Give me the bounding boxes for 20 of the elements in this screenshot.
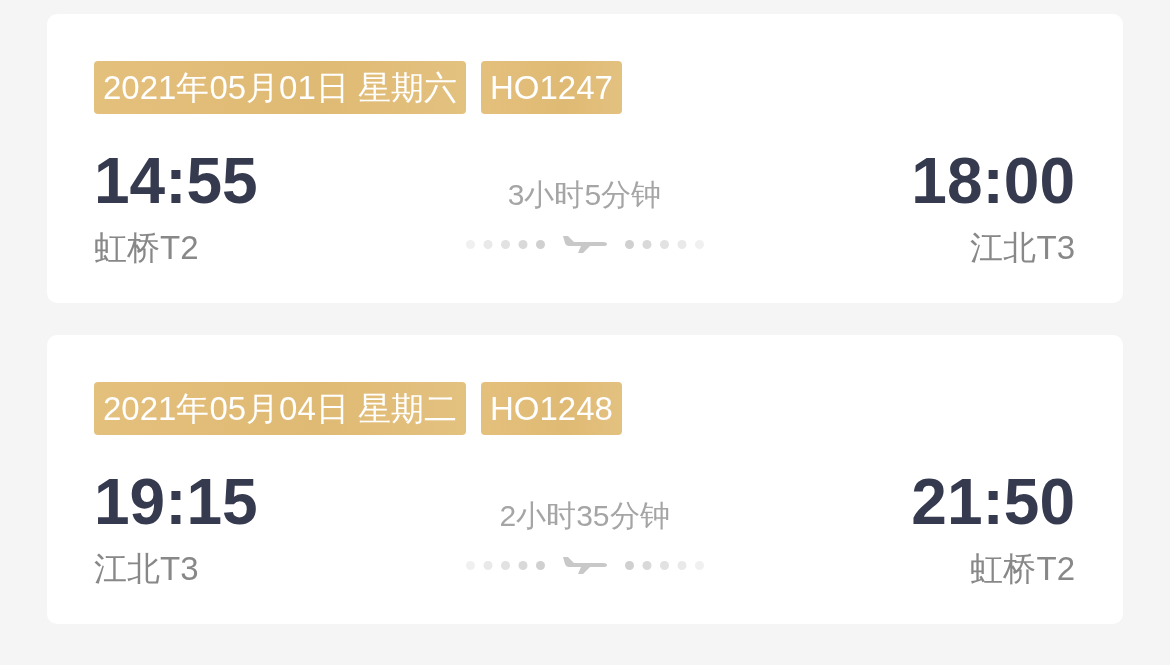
dotted-line-icon bbox=[465, 239, 545, 249]
airplane-icon bbox=[562, 235, 607, 253]
flight-duration: 3小时5分钟 bbox=[507, 177, 662, 213]
date-tag: 2021年05月04日 星期二 bbox=[94, 382, 466, 435]
dotted-line-icon bbox=[624, 560, 704, 570]
arrival-airport: 江北T3 bbox=[970, 228, 1075, 268]
departure-time: 14:55 bbox=[94, 146, 258, 216]
arrival-airport: 虹桥T2 bbox=[970, 549, 1075, 589]
flight-number-tag: HO1248 bbox=[481, 382, 622, 435]
flight-number-tag: HO1247 bbox=[481, 61, 622, 114]
departure-airport: 江北T3 bbox=[94, 549, 199, 589]
arrival-time: 18:00 bbox=[911, 146, 1075, 216]
date-tag: 2021年05月01日 星期六 bbox=[94, 61, 466, 114]
flight-duration: 2小时35分钟 bbox=[499, 498, 670, 534]
arrival-time: 21:50 bbox=[911, 467, 1075, 537]
departure-airport: 虹桥T2 bbox=[94, 228, 199, 268]
dotted-line-icon bbox=[465, 560, 545, 570]
airplane-icon bbox=[562, 556, 607, 574]
dotted-line-icon bbox=[624, 239, 704, 249]
departure-time: 19:15 bbox=[94, 467, 258, 537]
